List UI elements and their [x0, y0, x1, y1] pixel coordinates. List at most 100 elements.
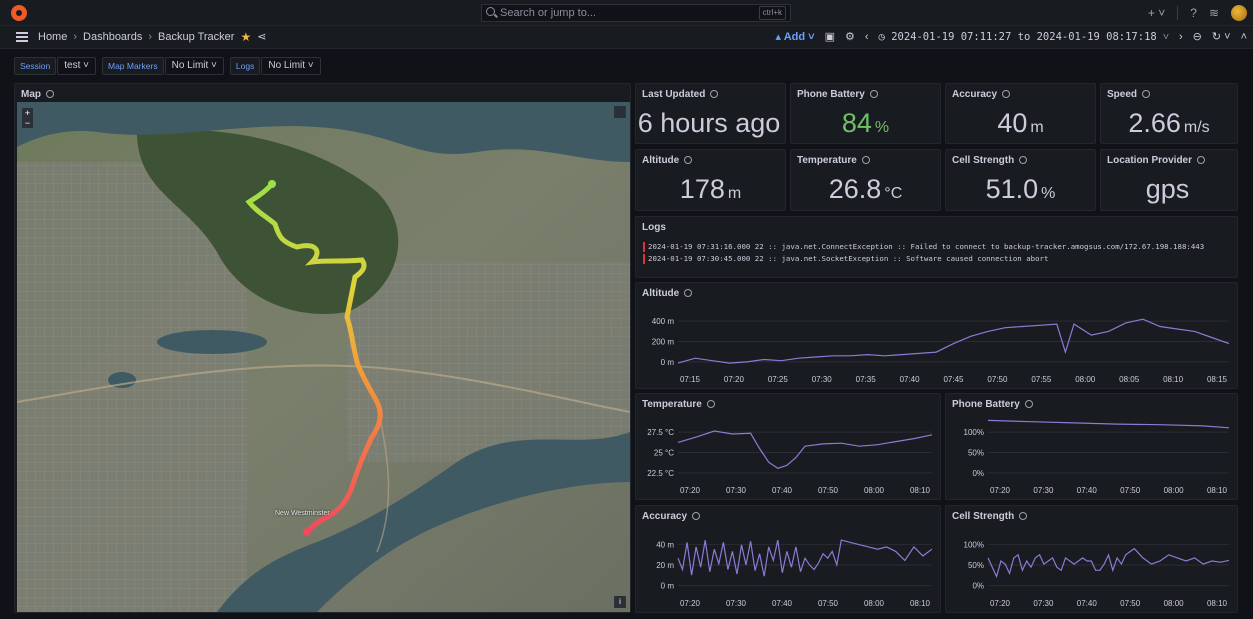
- info-icon[interactable]: [1142, 90, 1151, 98]
- menu-icon[interactable]: [16, 32, 28, 42]
- info-icon[interactable]: [1197, 156, 1206, 164]
- time-range-text: 2024-01-19 07:11:27 to 2024-01-19 08:17:…: [891, 31, 1157, 43]
- info-icon[interactable]: [1024, 400, 1033, 408]
- map-panel[interactable]: Map New Westminster + − i: [14, 83, 631, 613]
- stat-panel-location-provider[interactable]: Location Provider gps: [1100, 149, 1238, 211]
- x-tick-label: 07:50: [1120, 599, 1141, 608]
- stat-panel-accuracy[interactable]: Accuracy 40 m: [945, 83, 1096, 144]
- phone-battery-chart-panel[interactable]: 0% 50% 100% 07:20 07:30 07:40 07:50 08:00 08:10 …: [945, 393, 1238, 500]
- series-line: [677, 430, 933, 469]
- breadcrumb-current: Backup Tracker: [158, 31, 235, 43]
- x-tick-label: 07:25: [768, 375, 789, 384]
- x-tick-label: 07:50: [1120, 486, 1141, 495]
- x-tick-label: 08:00: [864, 599, 885, 608]
- variable-value: No Limit: [171, 60, 209, 71]
- gear-icon[interactable]: ⚙: [845, 30, 855, 45]
- stat-panel-last-updated[interactable]: Last Updated 6 hours ago: [635, 83, 786, 144]
- series-line: [987, 419, 1230, 429]
- help-icon[interactable]: ?: [1190, 6, 1197, 20]
- variable-label-session: Session: [14, 57, 57, 75]
- info-icon[interactable]: [710, 90, 719, 98]
- variable-label-logs: Logs: [229, 57, 261, 75]
- x-tick-label: 07:20: [680, 486, 701, 495]
- collapse-icon[interactable]: ˄: [1241, 30, 1247, 45]
- y-tick-label: 27.5 °C: [647, 428, 674, 437]
- stat-value: 178 m: [679, 174, 742, 204]
- stat-value: 6 hours ago: [637, 108, 781, 138]
- rss-icon[interactable]: ≋: [1209, 6, 1219, 20]
- time-range-picker[interactable]: ◷ 2024-01-19 07:11:27 to 2024-01-19 08:1…: [879, 30, 1169, 45]
- stat-panel-altitude[interactable]: Altitude 178 m: [635, 149, 786, 211]
- variable-select-map-markers[interactable]: No Limit ˅: [164, 57, 224, 75]
- variable-value: test: [64, 60, 81, 71]
- save-icon[interactable]: ▣: [825, 30, 835, 45]
- layers-icon[interactable]: [614, 106, 626, 118]
- log-line[interactable]: 2024-01-19 07:31:16.000 22 :: java.net.C…: [643, 242, 1204, 252]
- stat-panel-phone-battery[interactable]: Phone Battery 84%: [790, 83, 941, 144]
- x-tick-label: 07:30: [726, 599, 747, 608]
- map-canvas[interactable]: [17, 102, 630, 612]
- x-tick-label: 07:50: [818, 599, 839, 608]
- time-back-button[interactable]: ‹: [865, 30, 869, 45]
- y-tick-label: 20 m: [656, 561, 674, 570]
- search-placeholder: Search or jump to...: [500, 7, 596, 19]
- variable-select-session[interactable]: test ˅: [57, 57, 96, 75]
- map-urban-east: [347, 262, 630, 462]
- log-line[interactable]: 2024-01-19 07:30:45.000 22 :: java.net.S…: [643, 254, 1048, 264]
- info-icon[interactable]: [706, 400, 715, 408]
- x-tick-label: 07:50: [818, 486, 839, 495]
- x-tick-label: 07:20: [990, 486, 1011, 495]
- altitude-chart-panel[interactable]: 0 m 200 m 400 m 07:15 07:20 07:25 07:30 07:35 07…: [635, 282, 1238, 389]
- info-icon[interactable]: [869, 90, 878, 98]
- search-shortcut: ctrl+k: [758, 6, 786, 20]
- stat-panel-temperature[interactable]: Temperature 26.8 °C: [790, 149, 941, 211]
- new-menu-button[interactable]: + ˅: [1148, 6, 1165, 20]
- variable-value: No Limit: [268, 60, 306, 71]
- stat-panel-speed[interactable]: Speed 2.66 m/s: [1100, 83, 1238, 144]
- search-input[interactable]: Search or jump to... ctrl+k: [481, 4, 791, 22]
- grafana-logo-icon[interactable]: [11, 5, 27, 21]
- breadcrumb-dashboards[interactable]: Dashboards: [83, 30, 142, 45]
- attribution-info-icon[interactable]: i: [614, 596, 626, 608]
- y-tick-label: 100%: [964, 540, 984, 549]
- star-icon[interactable]: ★: [240, 30, 251, 45]
- info-icon[interactable]: [46, 90, 54, 98]
- variable-select-logs[interactable]: No Limit ˅: [261, 57, 321, 75]
- clock-icon: ◷: [878, 31, 892, 43]
- cell-strength-chart-panel[interactable]: 0% 50% 100% 07:20 07:30 07:40 07:50 08:00 08:10 …: [945, 505, 1238, 613]
- x-tick-label: 07:55: [1031, 375, 1052, 384]
- add-button[interactable]: ▴ Add ˅: [776, 30, 815, 45]
- logs-panel[interactable]: Logs 2024-01-19 07:31:16.000 22 :: java.…: [635, 216, 1238, 278]
- accuracy-chart-panel[interactable]: 0 m 20 m 40 m 07:20 07:30 07:40 07:50 08:00 08:1…: [635, 505, 941, 613]
- refresh-icon[interactable]: ↻ ˅: [1212, 30, 1231, 45]
- temperature-chart-panel[interactable]: 22.5 °C 25 °C 27.5 °C 07:20 07:30 07:40 07:50 0…: [635, 393, 941, 500]
- time-forward-button[interactable]: ›: [1179, 30, 1183, 45]
- info-icon[interactable]: [1019, 156, 1028, 164]
- info-icon[interactable]: [861, 156, 870, 164]
- panel-title: Altitude: [642, 155, 693, 166]
- user-avatar[interactable]: [1231, 5, 1247, 21]
- x-tick-label: 07:20: [680, 599, 701, 608]
- x-tick-label: 07:40: [772, 486, 793, 495]
- info-icon[interactable]: [684, 156, 693, 164]
- breadcrumb-home[interactable]: Home: [38, 30, 67, 45]
- zoom-out-button[interactable]: −: [22, 118, 33, 128]
- x-tick-label: 07:40: [900, 375, 921, 384]
- info-icon[interactable]: [1019, 512, 1028, 520]
- zoom-control[interactable]: + −: [22, 108, 33, 128]
- info-icon[interactable]: [692, 512, 701, 520]
- stat-panel-cell-strength[interactable]: Cell Strength 51.0%: [945, 149, 1096, 211]
- series-line: [987, 547, 1230, 579]
- zoom-in-button[interactable]: +: [22, 108, 33, 118]
- zoom-out-icon[interactable]: ⊖: [1193, 30, 1202, 45]
- chevron-right-icon: ›: [148, 31, 153, 43]
- x-tick-label: 08:10: [1163, 375, 1184, 384]
- top-right-actions: + ˅ ? ≋: [1148, 4, 1247, 22]
- x-tick-label: 08:10: [1207, 599, 1228, 608]
- info-icon[interactable]: [684, 289, 693, 297]
- map-view[interactable]: New Westminster + − i: [17, 102, 630, 612]
- share-icon[interactable]: ⋖: [257, 30, 266, 45]
- info-icon[interactable]: [1002, 90, 1011, 98]
- panel-title: Phone Battery: [797, 89, 878, 100]
- track-start-marker: [268, 180, 276, 188]
